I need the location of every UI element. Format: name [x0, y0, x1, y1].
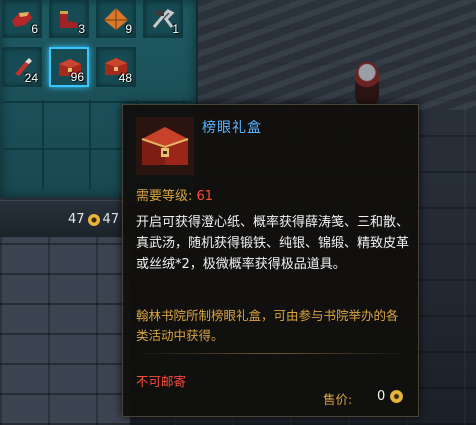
item-count: 1 — [172, 22, 179, 36]
coin-icon — [87, 213, 100, 226]
item-tooltip: 榜眼礼盒 需要等级: 61 开启可获得澄心纸、概率获得薛涛笺、三和散、真武汤，随… — [122, 104, 419, 417]
gift-chest-icon — [136, 117, 194, 175]
rooftop-tiles — [176, 0, 476, 110]
item-flavor-text: 翰林书院所制榜眼礼盒，可由参与书院举办的各类活动中获得。 — [136, 308, 399, 343]
item-count: 48 — [118, 71, 132, 85]
inventory-slot[interactable]: 1 — [143, 0, 183, 38]
inventory-slot[interactable]: 9 — [96, 0, 136, 38]
npc-character[interactable] — [355, 62, 379, 104]
price-label: 售价: — [323, 392, 353, 407]
inventory-slot[interactable]: 6 — [2, 0, 42, 38]
coin-icon — [390, 390, 404, 403]
inventory-slot[interactable]: 24 — [2, 47, 42, 87]
level-value: 61 — [196, 189, 214, 204]
price-value: 0 — [377, 389, 386, 404]
currency-amount: 47 — [68, 212, 85, 227]
currency-display: 47 47 — [68, 212, 119, 227]
inventory-slot[interactable]: 3 — [49, 0, 89, 38]
divider — [136, 353, 410, 354]
price: 0 — [377, 389, 404, 404]
item-name: 榜眼礼盒 — [202, 120, 262, 136]
inventory-slot[interactable]: 48 — [96, 47, 136, 87]
item-count: 24 — [24, 71, 38, 85]
no-mail-notice: 不可邮寄 — [136, 374, 187, 389]
inventory-slot-selected[interactable]: 96 — [49, 47, 89, 87]
item-count: 3 — [78, 22, 85, 36]
stone-wall — [0, 230, 130, 425]
currency-amount-2: 47 — [102, 212, 120, 227]
level-label: 需要等级: — [136, 189, 193, 204]
item-count: 96 — [70, 70, 84, 84]
item-count: 6 — [31, 22, 38, 36]
inventory-grid: 6 3 9 1 24 96 48 — [0, 0, 185, 89]
item-count: 9 — [125, 22, 132, 36]
item-description: 开启可获得澄心纸、概率获得薛涛笺、三和散、真武汤，随机获得锻铁、纯银、锦缎、精致… — [136, 215, 410, 272]
level-requirement: 需要等级: 61 — [136, 185, 213, 204]
